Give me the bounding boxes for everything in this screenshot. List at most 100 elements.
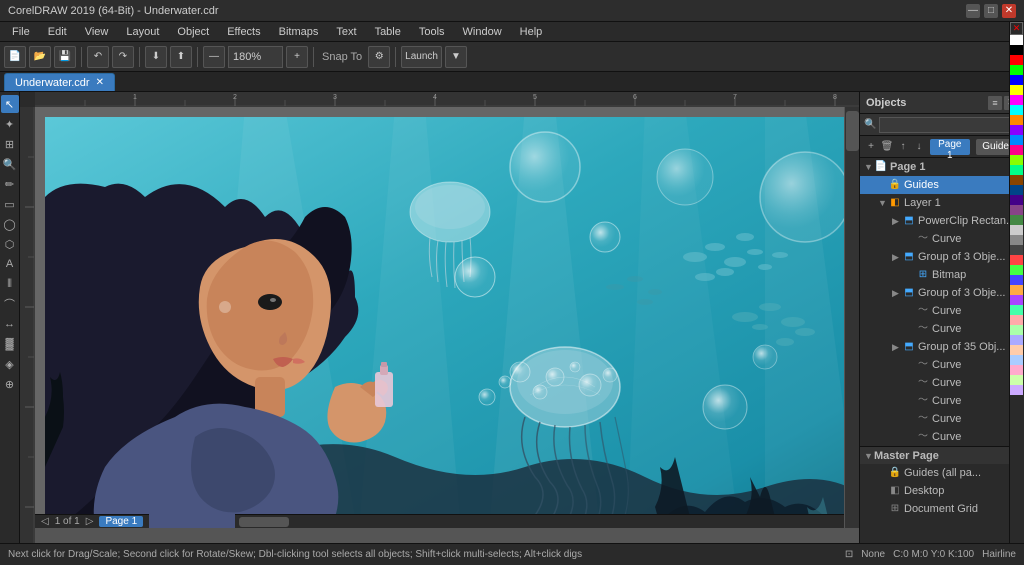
color-swatch[interactable]	[1010, 145, 1023, 155]
save-button[interactable]: 💾	[54, 46, 76, 68]
polygon-tool[interactable]: ⬡	[1, 235, 19, 253]
menu-item-tools[interactable]: Tools	[411, 25, 453, 39]
fill-tool[interactable]: ▓	[1, 335, 19, 353]
menu-item-table[interactable]: Table	[367, 25, 409, 39]
color-swatch[interactable]	[1010, 335, 1023, 345]
color-swatch[interactable]	[1010, 115, 1023, 125]
color-swatch[interactable]	[1010, 275, 1023, 285]
parallel-tool[interactable]: ⫴	[1, 275, 19, 293]
undo-button[interactable]: ↶	[87, 46, 109, 68]
new-button[interactable]: 📄	[4, 46, 26, 68]
tree-item-curve7[interactable]: 〜 Curve	[860, 410, 1024, 428]
color-swatch[interactable]	[1010, 295, 1023, 305]
tree-item-group35[interactable]: ▶ ⬒ Group of 35 Obj...	[860, 338, 1024, 356]
menu-item-layout[interactable]: Layout	[118, 25, 167, 39]
color-swatch[interactable]	[1010, 385, 1023, 395]
text-tool[interactable]: A	[1, 255, 19, 273]
tree-item-curve8[interactable]: 〜 Curve	[860, 428, 1024, 446]
color-swatch[interactable]	[1010, 35, 1023, 45]
vscroll-thumb[interactable]	[846, 111, 859, 151]
master-page-header[interactable]: ▼ Master Page	[860, 446, 1024, 464]
tree-item-curve5[interactable]: 〜 Curve	[860, 374, 1024, 392]
minimize-button[interactable]: —	[966, 4, 980, 18]
node-tool[interactable]: ✦	[1, 115, 19, 133]
next-page-btn[interactable]: ▷	[86, 516, 94, 527]
select-tool[interactable]: ↖	[1, 95, 19, 113]
tree-item-curve1[interactable]: 〜 Curve	[860, 230, 1024, 248]
tree-item-group3obj2[interactable]: ▶ ⬒ Group of 3 Obje...	[860, 284, 1024, 302]
color-swatch[interactable]	[1010, 205, 1023, 215]
crop-tool[interactable]: ⊞	[1, 135, 19, 153]
color-swatch[interactable]	[1010, 355, 1023, 365]
menu-item-view[interactable]: View	[77, 25, 117, 39]
document-tab[interactable]: Underwater.cdr ✕	[4, 73, 115, 91]
zoom-input[interactable]	[228, 46, 283, 68]
snap-settings-button[interactable]: ⚙	[368, 46, 390, 68]
zoom-in-button[interactable]: +	[286, 46, 308, 68]
color-swatch[interactable]	[1010, 125, 1023, 135]
obj-down-button[interactable]: ↓	[912, 139, 926, 155]
color-swatch[interactable]	[1010, 75, 1023, 85]
import-button[interactable]: ⬇	[145, 46, 167, 68]
obj-up-button[interactable]: ↑	[896, 139, 910, 155]
panel-options-button[interactable]: ≡	[988, 96, 1002, 110]
zoom-tool[interactable]: 🔍	[1, 155, 19, 173]
color-swatch[interactable]	[1010, 375, 1023, 385]
menu-item-bitmaps[interactable]: Bitmaps	[271, 25, 327, 39]
menu-item-file[interactable]: File	[4, 25, 38, 39]
color-swatch[interactable]	[1010, 95, 1023, 105]
connector-tool[interactable]: ⌒	[1, 295, 19, 313]
tree-item-curve3[interactable]: 〜 Curve	[860, 320, 1024, 338]
color-swatch[interactable]	[1010, 345, 1023, 355]
menu-item-effects[interactable]: Effects	[219, 25, 268, 39]
tree-item-guides-all[interactable]: 🔒 Guides (all pa... 🔒	[860, 464, 1024, 482]
no-fill-swatch[interactable]: ✕	[1010, 22, 1023, 35]
measure-tool[interactable]: ↔	[1, 315, 19, 333]
maximize-button[interactable]: □	[984, 4, 998, 18]
color-swatch[interactable]	[1010, 305, 1023, 315]
color-swatch[interactable]	[1010, 245, 1023, 255]
tree-item-guides[interactable]: 🔒 Guides 🔒	[860, 176, 1024, 194]
tree-item-layer1[interactable]: ▼ ◧ Layer 1	[860, 194, 1024, 212]
color-swatch[interactable]	[1010, 155, 1023, 165]
color-swatch[interactable]	[1010, 175, 1023, 185]
color-swatch[interactable]	[1010, 165, 1023, 175]
color-swatch[interactable]	[1010, 325, 1023, 335]
menu-item-help[interactable]: Help	[512, 25, 551, 39]
launch-dropdown[interactable]: ▼	[445, 46, 467, 68]
color-swatch[interactable]	[1010, 185, 1023, 195]
close-button[interactable]: ✕	[1002, 4, 1016, 18]
tree-item-curve6[interactable]: 〜 Curve	[860, 392, 1024, 410]
vscrollbar[interactable]	[844, 107, 859, 528]
open-button[interactable]: 📂	[29, 46, 51, 68]
tree-item-curve4[interactable]: 〜 Curve	[860, 356, 1024, 374]
search-input[interactable]	[879, 117, 1020, 133]
canvas-area[interactable]: 1 2 3 4 5 6	[20, 92, 859, 543]
redo-button[interactable]: ↷	[112, 46, 134, 68]
tree-item-docgrid[interactable]: ⊞ Document Grid ✕	[860, 500, 1024, 518]
color-swatch[interactable]	[1010, 65, 1023, 75]
menu-item-window[interactable]: Window	[455, 25, 510, 39]
color-swatch[interactable]	[1010, 365, 1023, 375]
page1-tab[interactable]: Page 1	[930, 139, 970, 155]
color-swatch[interactable]	[1010, 45, 1023, 55]
obj-delete-button[interactable]: 🗑	[880, 139, 894, 155]
menu-item-object[interactable]: Object	[169, 25, 217, 39]
color-swatch[interactable]	[1010, 105, 1023, 115]
launch-button[interactable]: Launch	[401, 46, 442, 68]
color-swatch[interactable]	[1010, 135, 1023, 145]
color-swatch[interactable]	[1010, 55, 1023, 65]
tree-item-desktop[interactable]: ◧ Desktop 🔒	[860, 482, 1024, 500]
tree-item-curve2[interactable]: 〜 Curve	[860, 302, 1024, 320]
tree-item-bitmap[interactable]: ⊞ Bitmap	[860, 266, 1024, 284]
color-swatch[interactable]	[1010, 315, 1023, 325]
prev-page-btn[interactable]: ◁	[41, 516, 49, 527]
color-swatch[interactable]	[1010, 215, 1023, 225]
tree-item-group3obj1[interactable]: ▶ ⬒ Group of 3 Obje...	[860, 248, 1024, 266]
interactive-fill[interactable]: ◈	[1, 355, 19, 373]
color-swatch[interactable]	[1010, 235, 1023, 245]
tree-item-page1[interactable]: ▼ 📄 Page 1	[860, 158, 1024, 176]
color-swatch[interactable]	[1010, 255, 1023, 265]
color-swatch[interactable]	[1010, 265, 1023, 275]
rectangle-tool[interactable]: ▭	[1, 195, 19, 213]
